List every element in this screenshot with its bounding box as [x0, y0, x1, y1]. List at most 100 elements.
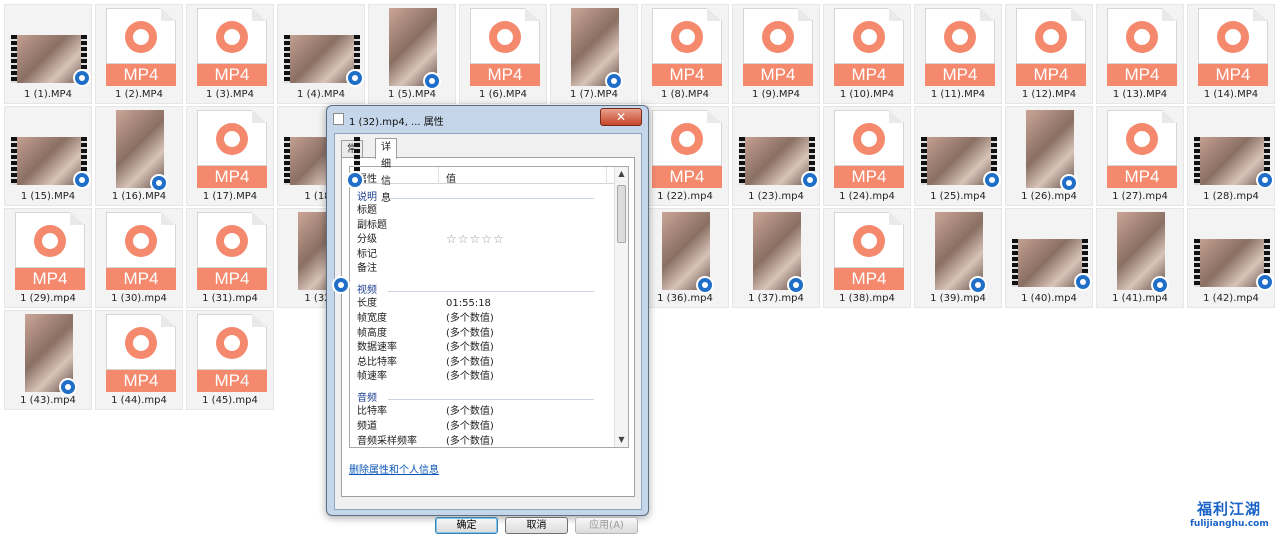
file-tile[interactable]: 1 (23).mp4: [732, 106, 820, 206]
file-name: 1 (3).MP4: [206, 89, 254, 100]
file-thumbnail: [741, 212, 813, 294]
file-tile[interactable]: MP4 1 (44).mp4: [95, 310, 183, 410]
property-row[interactable]: 长度 01:55:18: [350, 297, 616, 311]
file-tile[interactable]: MP4 1 (3).MP4: [186, 4, 274, 104]
file-tile[interactable]: 1 (1).MP4: [4, 4, 92, 104]
property-key: 频道: [357, 421, 377, 432]
column-value[interactable]: 值: [446, 170, 456, 185]
file-tile[interactable]: 1 (37).mp4: [732, 208, 820, 308]
remove-properties-link[interactable]: 删除属性和个人信息: [349, 461, 439, 476]
property-row[interactable]: 备注: [350, 262, 616, 276]
vertical-scrollbar[interactable]: ▲ ▼: [614, 167, 628, 447]
scroll-up-icon[interactable]: ▲: [615, 167, 628, 181]
file-tile[interactable]: MP4 1 (30).mp4: [95, 208, 183, 308]
file-tile[interactable]: 1 (28).mp4: [1187, 106, 1275, 206]
player-badge-icon: [1256, 171, 1274, 189]
property-key: 备注: [357, 263, 377, 275]
mp4-file-icon: MP4: [743, 8, 813, 86]
property-row[interactable]: 总比特率 (多个数值): [350, 356, 616, 370]
mp4-file-icon: MP4: [834, 8, 904, 86]
property-row[interactable]: 帧宽度 (多个数值): [350, 312, 616, 326]
file-tile[interactable]: 1 (16).MP4: [95, 106, 183, 206]
file-tile[interactable]: MP4 1 (38).mp4: [823, 208, 911, 308]
ok-button[interactable]: 确定: [435, 517, 498, 534]
file-thumbnail: [1105, 212, 1177, 294]
file-tile[interactable]: MP4 1 (12).MP4: [1005, 4, 1093, 104]
file-tile[interactable]: MP4 1 (13).MP4: [1096, 4, 1184, 104]
file-tile[interactable]: MP4 1 (31).mp4: [186, 208, 274, 308]
tab-details[interactable]: 详细信息: [375, 138, 397, 204]
scroll-thumb[interactable]: [617, 185, 626, 243]
file-tile[interactable]: MP4 1 (9).MP4: [732, 4, 820, 104]
file-tile[interactable]: 1 (5).MP4: [368, 4, 456, 104]
file-tile[interactable]: 1 (42).mp4: [1187, 208, 1275, 308]
file-tile[interactable]: MP4 1 (2).MP4: [95, 4, 183, 104]
file-tile[interactable]: 1 (39).mp4: [914, 208, 1002, 308]
file-name: 1 (14).MP4: [1203, 89, 1259, 100]
file-tile[interactable]: MP4 1 (45).mp4: [186, 310, 274, 410]
video-thumbnail: [1012, 239, 1092, 291]
player-badge-icon: [801, 171, 819, 189]
mp4-file-icon: MP4: [1107, 110, 1177, 188]
file-tile[interactable]: 1 (7).MP4: [550, 4, 638, 104]
file-tile[interactable]: 1 (41).mp4: [1096, 208, 1184, 308]
file-tile[interactable]: MP4 1 (10).MP4: [823, 4, 911, 104]
property-row[interactable]: 副标题: [350, 219, 616, 233]
cancel-button[interactable]: 取消: [505, 517, 568, 534]
file-name: 1 (37).mp4: [748, 293, 804, 304]
property-row[interactable]: 标记: [350, 248, 616, 262]
file-name: 1 (12).MP4: [1021, 89, 1077, 100]
file-tile[interactable]: MP4 1 (24).mp4: [823, 106, 911, 206]
close-button[interactable]: ✕: [600, 108, 642, 126]
property-row[interactable]: 分级 ☆☆☆☆☆: [350, 232, 616, 247]
mp4-label: MP4: [1107, 166, 1177, 188]
video-thumbnail: [739, 137, 819, 189]
mp4-label: MP4: [197, 268, 267, 290]
file-tile[interactable]: 1 (26).mp4: [1005, 106, 1093, 206]
player-badge-icon: [73, 171, 91, 189]
property-row[interactable]: 音频采样频率 (多个数值): [350, 435, 616, 447]
file-tile[interactable]: MP4 1 (14).MP4: [1187, 4, 1275, 104]
watermark-url: fulijianghu.com: [1190, 519, 1269, 529]
file-thumbnail: [1194, 110, 1274, 189]
property-row[interactable]: 数据速率 (多个数值): [350, 341, 616, 355]
file-thumbnail: [1012, 212, 1092, 291]
file-tile[interactable]: MP4 1 (27).mp4: [1096, 106, 1184, 206]
file-tile[interactable]: 1 (40).mp4: [1005, 208, 1093, 308]
apply-button[interactable]: 应用(A): [575, 517, 638, 534]
player-badge-icon: [983, 171, 1001, 189]
watermark-title: 福利江湖: [1196, 500, 1261, 518]
file-name: 1 (24).mp4: [839, 191, 895, 202]
file-name: 1 (22).mp4: [657, 191, 713, 202]
file-name: 1 (9).MP4: [752, 89, 800, 100]
file-tile[interactable]: 1 (36).mp4: [641, 208, 729, 308]
mp4-label: MP4: [1107, 64, 1177, 86]
video-thumbnail: [753, 212, 805, 294]
file-tile[interactable]: 1 (25).mp4: [914, 106, 1002, 206]
file-tile[interactable]: MP4 1 (8).MP4: [641, 4, 729, 104]
dialog-titlebar[interactable]: 1 (32).mp4, ... 属性 ✕: [327, 106, 648, 132]
property-row[interactable]: 比特率 (多个数值): [350, 405, 616, 419]
file-tile[interactable]: MP4 1 (17).MP4: [186, 106, 274, 206]
file-tile[interactable]: MP4 1 (11).MP4: [914, 4, 1002, 104]
property-list[interactable]: 属性 值 说明 标题 副标题 分级 ☆☆☆☆☆ 标记 备注 视频 长度 01:55:18 帧宽度 (多…: [349, 166, 629, 448]
property-row[interactable]: 帧速率 (多个数值): [350, 370, 616, 384]
file-tile[interactable]: 1 (43).mp4: [4, 310, 92, 410]
file-tile[interactable]: MP4 1 (22).mp4: [641, 106, 729, 206]
mp4-file-icon: MP4: [1198, 8, 1268, 86]
file-name: 1 (43).mp4: [20, 395, 76, 406]
file-tile[interactable]: 1 (4).MP4: [277, 4, 365, 104]
property-row[interactable]: 频道 (多个数值): [350, 420, 616, 434]
property-key: 数据速率: [357, 342, 397, 354]
rating-stars-icon[interactable]: ☆☆☆☆☆: [446, 232, 505, 246]
file-tile[interactable]: 1 (15).MP4: [4, 106, 92, 206]
mp4-label: MP4: [834, 166, 904, 188]
property-row[interactable]: 帧高度 (多个数值): [350, 327, 616, 341]
file-tile[interactable]: MP4 1 (29).mp4: [4, 208, 92, 308]
video-thumbnail: [11, 137, 91, 189]
scroll-down-icon[interactable]: ▼: [615, 433, 628, 447]
file-thumbnail: [11, 8, 91, 87]
mp4-label: MP4: [652, 166, 722, 188]
file-thumbnail: MP4: [13, 212, 85, 290]
file-tile[interactable]: MP4 1 (6).MP4: [459, 4, 547, 104]
